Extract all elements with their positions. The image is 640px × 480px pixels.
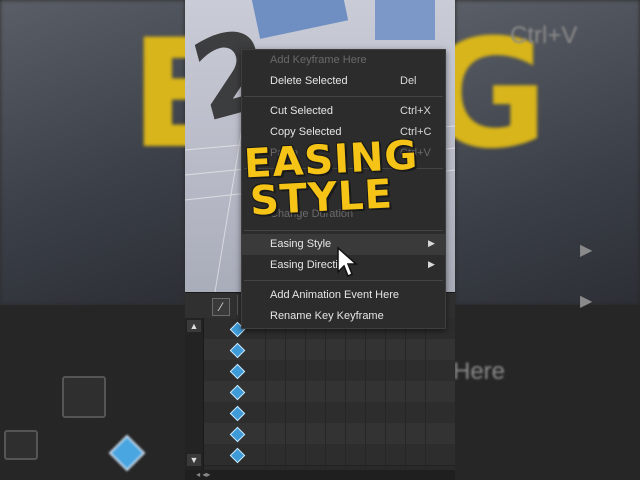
right-ghost-chevron-icon: ▶ bbox=[580, 242, 593, 259]
frame-gridline bbox=[405, 318, 406, 470]
frame-gridline bbox=[365, 318, 366, 470]
scroll-up-icon[interactable]: ▲ bbox=[187, 320, 201, 332]
frame-gridline bbox=[385, 318, 386, 470]
curve-editor-icon[interactable]: ⁄ bbox=[212, 298, 230, 316]
timeline-tick bbox=[237, 295, 238, 315]
shortcut-label: Ctrl+X bbox=[400, 105, 431, 117]
menu-item-cut-selected[interactable]: Cut Selected Ctrl+X bbox=[242, 101, 445, 122]
frame-gridline bbox=[345, 318, 346, 470]
menu-item-rename-keyframe[interactable]: Rename Key Keyframe bbox=[242, 306, 445, 327]
menu-item-add-animation-event[interactable]: Add Animation Event Here bbox=[242, 285, 445, 306]
chevron-right-icon: ▶ bbox=[428, 259, 435, 269]
right-timeline-blur bbox=[455, 305, 640, 480]
scroll-down-icon[interactable]: ▼ bbox=[187, 454, 201, 466]
timeline-bottom-bar: ◂ ◂▸ bbox=[185, 470, 455, 480]
frame-gridline bbox=[305, 318, 306, 470]
left-blurred-background: E bbox=[0, 0, 185, 480]
left-blurred-letters: E bbox=[130, 8, 185, 182]
frame-gridline bbox=[325, 318, 326, 470]
right-ghost-chevron-icon: ▶ bbox=[580, 293, 593, 310]
left-ghost-scroll-up bbox=[4, 430, 38, 460]
right-blurred-background: G Ctrl+V ▶ ▶ Here bbox=[455, 0, 640, 480]
keyframe-track-area[interactable]: ▲ ▼ bbox=[185, 318, 455, 470]
track-scrollbar[interactable]: ▲ ▼ bbox=[185, 318, 204, 470]
menu-item-add-keyframe[interactable]: Add Keyframe Here bbox=[242, 50, 445, 71]
menu-separator bbox=[244, 280, 443, 281]
left-ghost-curve-button bbox=[62, 376, 106, 418]
mouse-pointer-icon bbox=[337, 246, 358, 278]
frame-gridline bbox=[285, 318, 286, 470]
overlay-title-line2: STYLE bbox=[248, 171, 394, 225]
frame-gridline bbox=[425, 318, 426, 470]
right-ghost-shortcut: Ctrl+V bbox=[510, 22, 578, 49]
frame-gridline bbox=[265, 318, 266, 470]
right-ghost-here-text: Here bbox=[455, 358, 506, 385]
menu-item-delete-selected[interactable]: Delete Selected Del bbox=[242, 71, 445, 92]
menu-separator bbox=[244, 96, 443, 97]
shortcut-label: Del bbox=[400, 75, 417, 87]
chevron-right-icon: ▶ bbox=[428, 238, 435, 248]
menu-separator bbox=[244, 230, 443, 231]
